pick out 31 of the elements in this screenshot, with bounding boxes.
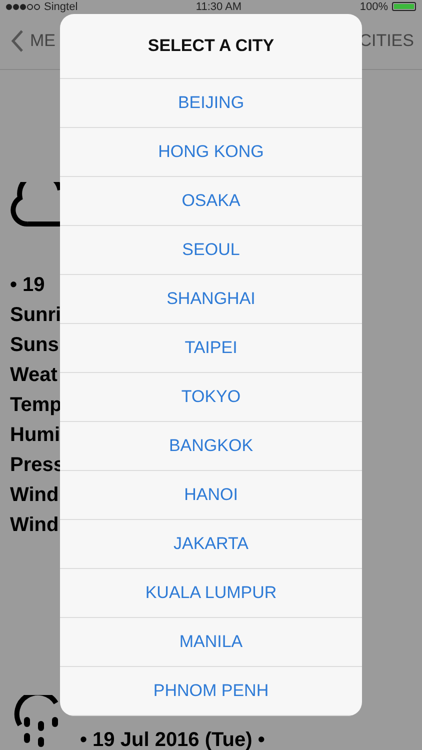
city-option[interactable]: SHANGHAI — [60, 275, 362, 324]
city-option[interactable]: BEIJING — [60, 79, 362, 128]
weather-label: Wind — [10, 483, 59, 508]
weather-label: Humi — [10, 423, 60, 448]
weather-label: Sunri — [10, 303, 62, 328]
dialog-title: SELECT A CITY — [60, 14, 362, 79]
battery-icon — [392, 2, 416, 11]
carrier-name: Singtel — [44, 0, 78, 12]
city-option[interactable]: SEOUL — [60, 226, 362, 275]
city-option[interactable]: HANOI — [60, 471, 362, 520]
battery-percent: 100% — [360, 0, 388, 12]
weather-label: Weat — [10, 363, 58, 388]
city-option[interactable]: HONG KONG — [60, 128, 362, 177]
cloud-icon — [10, 182, 60, 228]
weather-label: Temp — [10, 393, 62, 418]
city-option[interactable]: MANILA — [60, 618, 362, 667]
city-option[interactable]: JAKARTA — [60, 520, 362, 569]
city-option[interactable]: BANGKOK — [60, 422, 362, 471]
back-button[interactable]: ME — [10, 29, 56, 53]
signal-icon — [6, 4, 40, 10]
city-option[interactable]: TAIPEI — [60, 324, 362, 373]
city-option[interactable]: KUALA LUMPUR — [60, 569, 362, 618]
weather-label: Wind — [10, 513, 59, 538]
city-option[interactable]: PHNOM PENH — [60, 667, 362, 716]
clock: 11:30 AM — [196, 0, 242, 12]
city-option[interactable]: OSAKA — [60, 177, 362, 226]
chevron-icon — [10, 29, 24, 53]
date-text: • 19 — [10, 273, 45, 298]
city-option[interactable]: TOKYO — [60, 373, 362, 422]
weather-label: Suns — [10, 333, 59, 358]
date-text: • 19 Jul 2016 (Tue) • — [80, 729, 265, 750]
